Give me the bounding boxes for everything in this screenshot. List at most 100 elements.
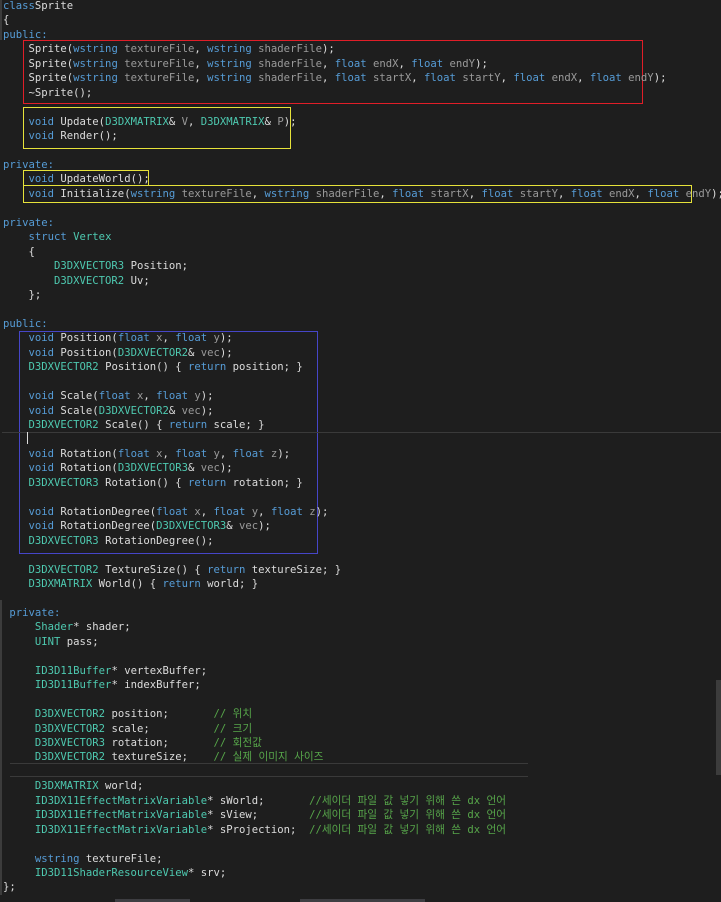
code-token: return	[207, 563, 246, 576]
code-line[interactable]: void Scale(D3DXVECTOR2& vec);	[3, 404, 214, 418]
code-line[interactable]: Shader* shader;	[3, 620, 131, 634]
code-token: &	[187, 462, 201, 475]
code-line[interactable]: UINT pass;	[3, 635, 99, 649]
code-token: endX	[545, 72, 578, 85]
code-token: D3DXMATRIX	[105, 115, 169, 128]
code-token: };	[3, 881, 16, 894]
code-token: );	[277, 447, 291, 460]
code-editor[interactable]: classSprite{public: Sprite(wstring textu…	[0, 0, 721, 902]
code-line[interactable]: ID3D11ShaderResourceView* srv;	[3, 866, 226, 880]
code-token: wstring	[207, 43, 252, 56]
code-line[interactable]: ID3D11Buffer* indexBuffer;	[3, 678, 201, 692]
code-line[interactable]: struct Vertex	[3, 230, 112, 244]
code-line[interactable]: private:	[3, 158, 54, 172]
code-token: Shader	[34, 621, 74, 634]
code-token: Vertex	[66, 231, 112, 244]
code-token: textureFile	[175, 187, 252, 200]
code-token: return	[168, 419, 208, 432]
code-token: void	[28, 130, 55, 143]
code-line[interactable]: ~Sprite();	[3, 86, 93, 100]
code-line[interactable]: void Rotation(D3DXVECTOR3& vec);	[3, 461, 233, 475]
code-token: public:	[3, 28, 48, 41]
code-line[interactable]: ID3DX11EffectMatrixVariable* sWorld; //세…	[3, 794, 506, 808]
code-line[interactable]: void Scale(float x, float y);	[3, 389, 214, 403]
code-line[interactable]: D3DXMATRIX World() { return world; }	[3, 577, 259, 591]
code-line[interactable]: D3DXVECTOR3 Position;	[3, 259, 188, 273]
code-line[interactable]: private:	[3, 606, 60, 620]
code-token: float	[98, 390, 131, 403]
code-token: D3DXVECTOR3	[34, 736, 106, 749]
code-line[interactable]: D3DXVECTOR2 position; // 위치	[3, 707, 252, 721]
code-token: UINT	[34, 635, 61, 648]
code-line[interactable]: D3DXVECTOR2 Position() { return position…	[3, 360, 303, 374]
code-line[interactable]: ID3D11Buffer* vertexBuffer;	[3, 664, 207, 678]
code-token: );	[315, 505, 329, 518]
code-token: Position(	[54, 332, 118, 345]
code-token: void	[28, 404, 55, 417]
code-line[interactable]: void RotationDegree(float x, float y, fl…	[3, 505, 329, 519]
scrollbar-marker[interactable]	[716, 680, 721, 775]
code-line[interactable]: };	[3, 288, 42, 302]
code-line[interactable]: D3DXVECTOR2 Scale() { return scale; }	[3, 418, 265, 432]
code-line[interactable]: ID3DX11EffectMatrixVariable* sProjection…	[3, 823, 506, 837]
code-line[interactable]: public:	[3, 28, 48, 42]
code-line[interactable]: void Position(float x, float y);	[3, 331, 233, 345]
code-line[interactable]: D3DXVECTOR2 scale; // 크기	[3, 722, 252, 736]
code-line[interactable]: D3DXMATRIX world;	[3, 779, 143, 793]
code-line[interactable]: Sprite(wstring textureFile, wstring shad…	[3, 57, 488, 71]
code-token: );	[219, 332, 233, 345]
code-token: void	[28, 187, 55, 200]
code-line[interactable]: D3DXVECTOR2 Uv;	[3, 274, 150, 288]
code-token: textureFile	[117, 57, 195, 70]
code-line[interactable]: void Initialize(wstring textureFile, wst…	[3, 187, 721, 201]
code-line[interactable]: void Rotation(float x, float y, float z)…	[3, 447, 291, 461]
code-token: ID3DX11EffectMatrixVariable	[34, 809, 208, 822]
code-token: UpdateWorld();	[54, 173, 150, 186]
code-token: Update(	[54, 115, 106, 128]
code-line[interactable]: void UpdateWorld();	[3, 172, 150, 186]
code-line[interactable]: D3DXVECTOR2 TextureSize() { return textu…	[3, 563, 342, 577]
code-token: // 실제 이미지 사이즈	[213, 751, 324, 764]
code-line[interactable]: {	[3, 245, 35, 259]
code-line[interactable]: ID3DX11EffectMatrixVariable* sView; //세이…	[3, 808, 506, 822]
left-margin-bar	[0, 600, 2, 895]
code-line[interactable]: void Position(D3DXVECTOR2& vec);	[3, 346, 233, 360]
code-token: float	[411, 57, 444, 70]
code-line[interactable]: {	[3, 13, 9, 27]
code-token: float	[232, 447, 265, 460]
code-line[interactable]: private:	[3, 216, 54, 230]
code-line[interactable]: D3DXVECTOR3 RotationDegree();	[3, 534, 214, 548]
code-token: ID3D11Buffer	[34, 664, 112, 677]
code-token: position; }	[226, 361, 303, 374]
left-margin-bar	[0, 0, 2, 40]
code-token: wstring	[207, 72, 252, 85]
code-token: Uv;	[124, 274, 150, 287]
code-token: ID3DX11EffectMatrixVariable	[34, 794, 208, 807]
code-line[interactable]: void Update(D3DXMATRIX& V, D3DXMATRIX& P…	[3, 115, 297, 129]
code-token: D3DXVECTOR3	[54, 260, 125, 273]
code-token: y	[207, 447, 220, 460]
code-line[interactable]: Sprite(wstring textureFile, wstring shad…	[3, 71, 667, 85]
code-line[interactable]: void RotationDegree(D3DXVECTOR3& vec);	[3, 519, 271, 533]
code-line[interactable]: public:	[3, 317, 48, 331]
code-line[interactable]: void Render();	[3, 129, 118, 143]
code-token: D3DXMATRIX	[200, 115, 265, 128]
code-token: wstring	[34, 852, 80, 865]
code-token: wstring	[130, 187, 176, 200]
code-line[interactable]: D3DXVECTOR3 rotation; // 회전값	[3, 736, 262, 750]
code-token: float	[392, 187, 425, 200]
code-token: pass;	[60, 635, 99, 648]
code-line[interactable]: };	[3, 880, 16, 894]
code-line[interactable]: Sprite(wstring textureFile, wstring shad…	[3, 42, 335, 56]
code-line[interactable]: D3DXVECTOR3 Rotation() { return rotation…	[3, 476, 303, 490]
code-token: vec	[200, 462, 220, 475]
code-line[interactable]: D3DXVECTOR2 textureSize; // 실제 이미지 사이즈	[3, 750, 323, 764]
code-token: RotationDegree(	[54, 505, 157, 518]
code-line[interactable]: classSprite	[3, 0, 73, 13]
code-line[interactable]: wstring textureFile;	[3, 852, 163, 866]
code-token: float	[334, 72, 367, 85]
